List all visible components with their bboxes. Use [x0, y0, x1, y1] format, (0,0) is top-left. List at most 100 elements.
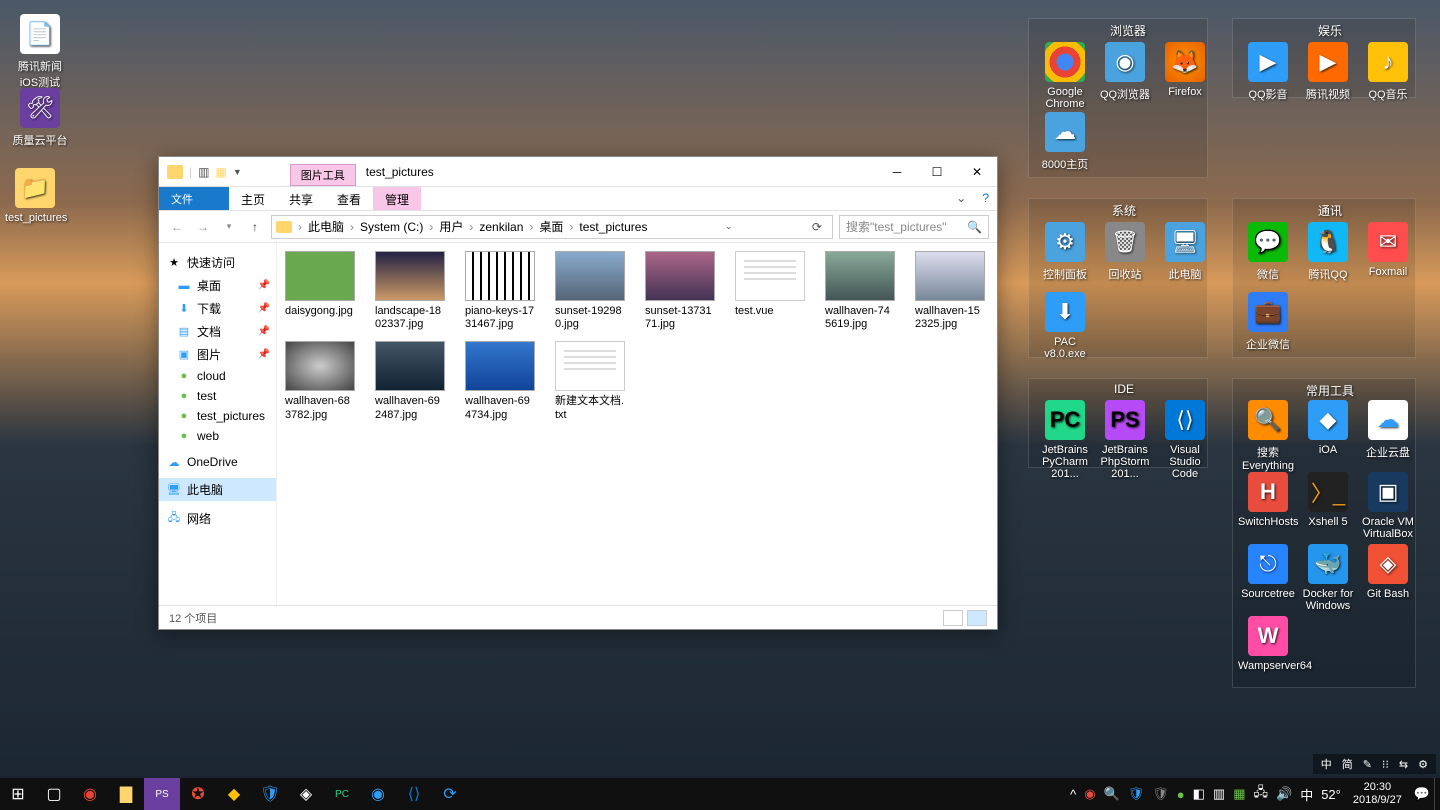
- crumb[interactable]: 此电脑: [304, 218, 348, 235]
- qat-dropdown-icon[interactable]: ▼: [233, 167, 242, 177]
- tray-icon[interactable]: ◉: [1080, 786, 1099, 802]
- crumb[interactable]: 用户: [435, 218, 467, 235]
- tab-manage[interactable]: 管理: [373, 187, 421, 210]
- nav-recent-icon[interactable]: ▾: [219, 217, 239, 237]
- tray-temp[interactable]: 52°: [1317, 787, 1345, 802]
- file-list[interactable]: daisygong.jpglandscape-1802337.jpgpiano-…: [277, 243, 997, 605]
- desktop-icon-thispc[interactable]: 🖥此电脑: [1155, 222, 1215, 282]
- taskbar-app1[interactable]: ✪: [180, 778, 216, 810]
- refresh-icon[interactable]: ⟳: [806, 220, 828, 234]
- taskbar-app3[interactable]: 🛡: [252, 778, 288, 810]
- desktop-icon-phpstorm[interactable]: PSJetBrains PhpStorm 201...: [1095, 400, 1155, 480]
- lang-item[interactable]: ⚙: [1418, 758, 1428, 771]
- view-thumbs-button[interactable]: [967, 610, 987, 626]
- nav-web[interactable]: ●web: [159, 426, 276, 446]
- nav-thispc[interactable]: 🖥此电脑: [159, 478, 276, 501]
- taskbar-app4[interactable]: ◈: [288, 778, 324, 810]
- file-item[interactable]: sunset-1373171.jpg: [645, 251, 715, 331]
- tab-file[interactable]: 文件: [159, 187, 229, 210]
- desktop-icon-vscode[interactable]: ⟨⟩Visual Studio Code: [1155, 400, 1215, 480]
- nav-network[interactable]: 🖧网络: [159, 507, 276, 530]
- nav-testpictures[interactable]: ●test_pictures: [159, 406, 276, 426]
- minimize-button[interactable]: ─: [877, 157, 917, 187]
- desktop-icon-wamp[interactable]: WWampserver64: [1238, 616, 1298, 672]
- lang-item[interactable]: ⇆: [1399, 758, 1408, 771]
- crumb[interactable]: System (C:): [356, 220, 427, 234]
- taskbar-app6[interactable]: ⟳: [432, 778, 468, 810]
- desktop-icon-ioa[interactable]: ◆iOA: [1298, 400, 1358, 456]
- crumb[interactable]: zenkilan: [475, 220, 527, 234]
- nav-documents[interactable]: ▤文档📌: [159, 320, 276, 343]
- start-button[interactable]: ⊞: [0, 778, 36, 810]
- tray-icon[interactable]: 🛡: [1148, 786, 1173, 802]
- taskbar-app5[interactable]: ◉: [360, 778, 396, 810]
- file-item[interactable]: wallhaven-152325.jpg: [915, 251, 985, 331]
- view-details-button[interactable]: [943, 610, 963, 626]
- desktop-icon-pac[interactable]: ⬇PAC v8.0.exe: [1035, 292, 1095, 360]
- file-item[interactable]: wallhaven-745619.jpg: [825, 251, 895, 331]
- nav-quick-access[interactable]: ★快速访问: [159, 251, 276, 274]
- desktop-icon-docker[interactable]: 🐳Docker for Windows: [1298, 544, 1358, 612]
- desktop-icon-gitbash[interactable]: ◈Git Bash: [1358, 544, 1418, 600]
- contextual-tab[interactable]: 图片工具: [290, 164, 356, 186]
- tray-network-icon[interactable]: 🖧: [1250, 783, 1273, 805]
- tab-home[interactable]: 主页: [229, 187, 277, 210]
- desktop-icon-cloud[interactable]: ☁企业云盘: [1358, 400, 1418, 460]
- desktop-icon-virtualbox[interactable]: ▣Oracle VM VirtualBox: [1358, 472, 1418, 540]
- desktop-icon-sourcetree[interactable]: ⎋Sourcetree: [1238, 544, 1298, 600]
- nav-downloads[interactable]: ⬇下载📌: [159, 297, 276, 320]
- tray-icon[interactable]: ▥: [1209, 786, 1229, 802]
- crumb[interactable]: test_pictures: [575, 220, 651, 234]
- nav-test[interactable]: ●test: [159, 386, 276, 406]
- qat-newfolder-icon[interactable]: ▦: [215, 165, 226, 179]
- file-item[interactable]: wallhaven-683782.jpg: [285, 341, 355, 421]
- desktop-icon-controlpanel[interactable]: ⚙控制面板: [1035, 222, 1095, 282]
- lang-item[interactable]: ✎: [1363, 758, 1372, 771]
- search-input[interactable]: 搜索"test_pictures" 🔍: [839, 215, 989, 239]
- file-item[interactable]: 新建文本文档.txt: [555, 341, 625, 421]
- nav-cloud[interactable]: ●cloud: [159, 366, 276, 386]
- tray-up-icon[interactable]: ^: [1066, 787, 1080, 802]
- lang-item[interactable]: 中: [1321, 756, 1332, 772]
- lang-item[interactable]: ⁝⁝: [1382, 758, 1389, 771]
- taskbar-vscode[interactable]: ⟨⟩: [396, 778, 432, 810]
- file-item[interactable]: daisygong.jpg: [285, 251, 355, 331]
- nav-onedrive[interactable]: ☁OneDrive: [159, 452, 276, 472]
- crumb[interactable]: 桌面: [535, 218, 567, 235]
- taskbar-pycharm[interactable]: PC: [324, 778, 360, 810]
- tray-volume-icon[interactable]: 🔊: [1272, 786, 1296, 802]
- taskbar-phpstorm[interactable]: PS: [144, 778, 180, 810]
- help-icon[interactable]: ?: [974, 187, 997, 210]
- file-item[interactable]: piano-keys-1731467.jpg: [465, 251, 535, 331]
- nav-up-icon[interactable]: ↑: [245, 217, 265, 237]
- file-item[interactable]: sunset-192980.jpg: [555, 251, 625, 331]
- desktop-icon[interactable]: 📄腾讯新闻iOS测试: [10, 14, 70, 90]
- address-dropdown-icon[interactable]: ⌄: [719, 221, 739, 232]
- taskview-button[interactable]: ▢: [36, 778, 72, 810]
- desktop-icon-8000[interactable]: ☁8000主页: [1035, 112, 1095, 172]
- maximize-button[interactable]: ☐: [917, 157, 957, 187]
- ribbon-collapse-icon[interactable]: ⌄: [948, 187, 974, 210]
- tray-icon[interactable]: 🔍: [1100, 786, 1124, 802]
- desktop-icon-firefox[interactable]: 🦊Firefox: [1155, 42, 1215, 98]
- tray-notifications-icon[interactable]: 💬: [1410, 786, 1434, 802]
- close-button[interactable]: ✕: [957, 157, 997, 187]
- lang-item[interactable]: 简: [1342, 756, 1353, 772]
- taskbar-chrome[interactable]: ◉: [72, 778, 108, 810]
- desktop-icon-switchhosts[interactable]: HSwitchHosts: [1238, 472, 1298, 528]
- desktop-icon-foxmail[interactable]: ✉Foxmail: [1358, 222, 1418, 278]
- nav-desktop[interactable]: ▬桌面📌: [159, 274, 276, 297]
- tab-share[interactable]: 共享: [277, 187, 325, 210]
- desktop-icon-wxwork[interactable]: 💼企业微信: [1238, 292, 1298, 352]
- tray-icon[interactable]: ▦: [1229, 786, 1249, 802]
- desktop-icon[interactable]: 🛠质量云平台: [10, 88, 70, 148]
- nav-forward-icon[interactable]: →: [193, 217, 213, 237]
- nav-back-icon[interactable]: ←: [167, 217, 187, 237]
- tray-icon[interactable]: 🛡: [1124, 786, 1149, 802]
- tray-clock[interactable]: 20:30 2018/9/27: [1345, 781, 1410, 807]
- file-item[interactable]: test.vue: [735, 251, 805, 331]
- desktop-icon[interactable]: 📁test_pictures: [5, 168, 65, 224]
- file-item[interactable]: wallhaven-694734.jpg: [465, 341, 535, 421]
- desktop-icon-qqmusic[interactable]: ♪QQ音乐: [1358, 42, 1418, 102]
- tray-icon[interactable]: ●: [1173, 787, 1189, 802]
